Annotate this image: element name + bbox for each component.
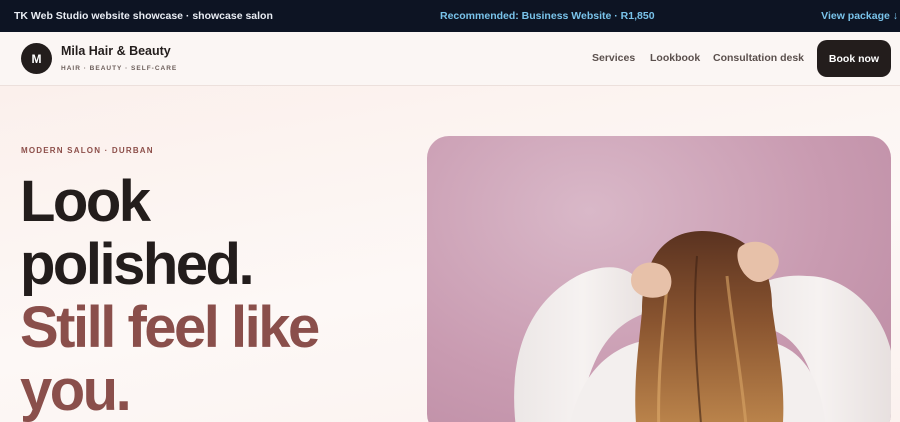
view-package-link[interactable]: View package ↓ bbox=[821, 10, 898, 22]
promo-recommendation[interactable]: Recommended: Business Website · R1,850 bbox=[440, 10, 655, 22]
headline-line-4: you. bbox=[20, 358, 132, 422]
hero-headline: Look polished. Still feel like you. bbox=[20, 170, 420, 422]
hero-section: MODERN SALON · DURBAN Look polished. Sti… bbox=[0, 86, 900, 422]
headline-line-2: polished. bbox=[20, 232, 255, 297]
hero-photo-illustration bbox=[514, 231, 891, 422]
brand-name[interactable]: Mila Hair & Beauty bbox=[61, 44, 171, 58]
headline-line-1: Look bbox=[20, 169, 151, 234]
brand-tagline: HAIR · BEAUTY · SELF-CARE bbox=[61, 65, 178, 72]
nav-lookbook[interactable]: Lookbook bbox=[650, 52, 700, 64]
headline-line-3: Still feel like bbox=[20, 295, 320, 360]
site-header: M Mila Hair & Beauty HAIR · BEAUTY · SEL… bbox=[0, 32, 900, 86]
promo-bar: TK Web Studio website showcase · showcas… bbox=[0, 0, 900, 32]
hero-photo bbox=[427, 136, 891, 422]
logo-mark[interactable]: M bbox=[21, 43, 52, 74]
promo-left-text: TK Web Studio website showcase · showcas… bbox=[14, 10, 273, 22]
nav-services[interactable]: Services bbox=[592, 52, 635, 64]
hero-eyebrow: MODERN SALON · DURBAN bbox=[21, 146, 154, 155]
book-now-button[interactable]: Book now bbox=[817, 40, 891, 77]
nav-consultation-desk[interactable]: Consultation desk bbox=[713, 52, 804, 64]
